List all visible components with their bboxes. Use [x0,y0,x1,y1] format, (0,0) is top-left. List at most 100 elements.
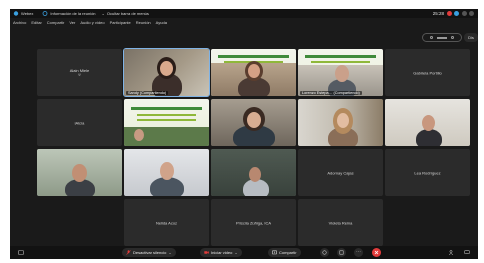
reactions-icon [322,250,327,255]
banner-stripe [130,107,203,110]
participant-tile-lea-rodriguez[interactable]: Lea Rodríguez [385,149,470,196]
menu-ayuda[interactable]: Ayuda [156,20,167,25]
layout-toggle[interactable] [422,33,462,42]
minimize-button[interactable] [462,11,467,16]
participant-video-face [160,61,173,76]
share-icon [272,250,277,255]
participant-video-face [248,64,260,78]
participant-tile-shared-banner-2[interactable] [124,99,209,146]
participant-name-text: Adornay Cajas [327,170,354,175]
participant-tile-ialcia[interactable]: iAlcía [37,99,122,146]
menu-archivo[interactable]: Archivo [13,20,26,25]
share-label: Compartir [279,250,297,255]
participant-tile-lorenzo-estepa[interactable]: Lorenzo Estepa… (Compartiendo) [298,49,383,96]
status-indicator-icon [454,11,459,16]
more-options-button[interactable]: ⋯ [354,248,363,257]
participant-tile-alain-miele[interactable]: Alain Miele Ψ [37,49,122,96]
participant-video-face [134,129,144,141]
chat-icon [463,250,470,254]
participant-tile-nelida-acoz[interactable]: Nelida Acoz [124,199,209,246]
participant-video-face [337,113,349,128]
hide-menu-bar-tab[interactable]: ⌄ Ocultar barra de menús [102,11,149,16]
participant-name: Priscila Zúñiga, ICA [211,220,296,225]
participant-name: Violeta Reina [298,220,383,225]
layout-view-button[interactable]: Dis [464,33,478,42]
participant-name-text: Gabriela Portillo [413,70,442,75]
start-video-label: Iniciar video [211,250,233,255]
banner-stripe [217,55,290,58]
participant-tile-video-4[interactable] [298,99,383,146]
participant-tile-shared-banner-1[interactable] [211,49,296,96]
meeting-info-tab[interactable]: Información de la reunión [39,11,96,16]
participant-tile-sandy[interactable]: Sandy (Compartiendo) [123,48,210,97]
share-button[interactable]: Compartir [268,248,301,257]
participant-mic-icon: Ψ [78,72,81,77]
menu-participante[interactable]: Participante [110,20,131,25]
chevron-down-icon: ⌄ [234,250,238,255]
participant-tile-video-8[interactable] [211,149,296,196]
webex-meeting-window: Webex Información de la reunión ⌄ Oculta… [10,9,478,259]
participant-video-body [416,129,442,146]
participant-tile-video-3[interactable] [211,99,296,146]
participant-tile-video-6[interactable] [37,149,122,196]
layout-slider-icon [437,36,447,39]
microphone-muted-icon [126,250,131,255]
webex-logo-icon [13,11,19,16]
chevron-down-icon: ⌄ [168,250,172,255]
video-off-icon [204,251,209,254]
participant-video-face [249,167,261,182]
app-tab-webex[interactable]: Webex [10,11,33,16]
meeting-info-label: Información de la reunión [50,11,96,16]
start-video-button[interactable]: Iniciar video ⌄ [200,248,242,257]
reactions-button[interactable] [320,248,329,257]
menu-compartir[interactable]: Compartir [47,20,65,25]
menu-reunion[interactable]: Reunión [136,20,151,25]
participant-tile-video-5[interactable] [385,99,470,146]
layout-dot-icon [451,36,454,39]
meeting-clock: 25:28 [432,11,444,16]
participant-name-text: Nelida Acoz [155,220,178,225]
participant-tile-adornay-cajas[interactable]: Adornay Cajas [298,149,383,196]
hide-menu-bar-label: Ocultar barra de menús [106,11,149,16]
close-window-button[interactable] [469,11,474,16]
unmute-button[interactable]: Desactivar silencio ⌄ [122,248,176,257]
menu-bar: Archivo Editar Compartir Ver Audio y víd… [10,18,478,27]
participant-name: Lea Rodríguez [385,170,470,175]
participant-name-text: Lea Rodríguez [414,170,441,175]
record-indicator-icon [447,11,452,16]
captions-button[interactable] [16,248,25,257]
participant-tile-video-7[interactable] [124,149,209,196]
captions-icon [17,250,24,255]
menu-audio-video[interactable]: Audio y vídeo [80,20,104,25]
participant-name: iAlcía [37,120,122,125]
participant-caption: Lorenzo Estepa… (Compartiendo) [300,91,362,95]
participant-tile-gabriela-portillo[interactable]: Gabriela Portillo [385,49,470,96]
banner-stripe [136,114,197,116]
app-name: Webex [21,11,34,16]
menu-ver[interactable]: Ver [69,20,75,25]
participant-tile-violeta-reina[interactable]: Violeta Reina [298,199,383,246]
chevron-down-icon: ⌄ [101,11,105,16]
close-icon [374,250,379,255]
menu-editar[interactable]: Editar [31,20,41,25]
participants-icon [448,250,453,255]
participant-tile-priscila-zuniga[interactable]: Priscila Zúñiga, ICA [211,199,296,246]
unmute-label: Desactivar silencio [133,250,167,255]
apps-button[interactable] [337,248,346,257]
participant-video-face [247,112,261,128]
participant-name: Nelida Acoz [124,220,209,225]
more-options-icon: ⋯ [356,249,361,255]
participant-video-face [335,65,349,82]
layout-view-label: Dis [468,35,474,40]
banner-stripe [310,61,371,63]
banner-stripe [136,119,197,121]
leave-meeting-button[interactable] [372,248,381,257]
meeting-controls-bar: Desactivar silencio ⌄ Iniciar video ⌄ Co… [10,246,478,259]
apps-icon [339,250,344,255]
participant-video-face [72,164,87,182]
participant-name: Alain Miele Ψ [37,68,122,78]
chat-panel-button[interactable] [462,248,471,257]
participant-name-text: iAlcía [74,120,85,125]
participants-panel-button[interactable] [446,248,455,257]
participant-caption: Sandy (Compartiendo) [126,91,169,95]
